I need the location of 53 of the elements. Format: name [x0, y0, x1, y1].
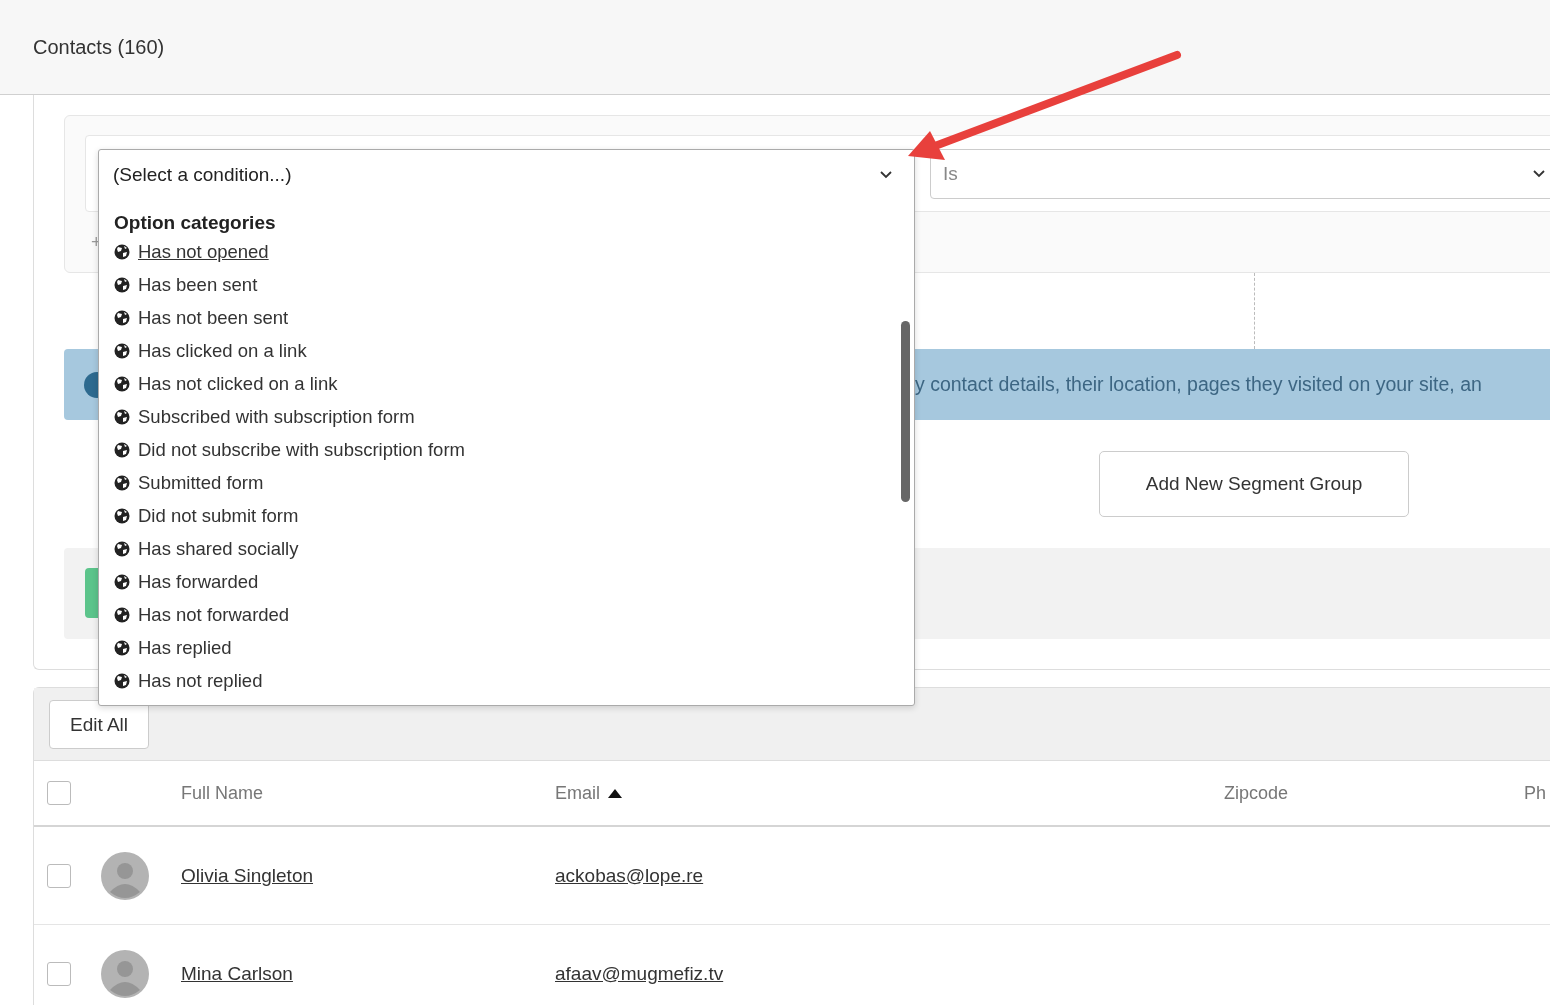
globe-icon — [114, 276, 130, 293]
checkbox[interactable] — [47, 961, 71, 986]
chevron-icon — [880, 171, 892, 179]
select-value: (Select a condition...) — [113, 164, 292, 186]
add-segment-group-button[interactable]: Add New Segment Group — [1099, 451, 1409, 517]
dropdown-option[interactable]: Subscribed with subscription form — [138, 405, 415, 428]
globe-icon — [114, 375, 130, 392]
globe-icon — [114, 441, 130, 458]
edit-all-button[interactable]: Edit All — [49, 700, 149, 749]
contact-email-link[interactable]: ackobas@lope.re — [555, 864, 704, 886]
globe-icon — [114, 474, 130, 491]
globe-icon — [114, 507, 130, 524]
dropdown-option[interactable]: Did not subscribe with subscription form — [138, 438, 465, 461]
globe-icon — [114, 408, 130, 425]
dropdown-option[interactable]: Did not submit form — [138, 504, 299, 527]
checkbox[interactable] — [47, 863, 71, 888]
column-header[interactable]: Email — [555, 782, 600, 804]
dropdown-option[interactable]: Has clicked on a link — [138, 339, 307, 362]
option-group-heading: Option categories — [114, 211, 277, 235]
page-title: Contacts (160) — [33, 35, 165, 59]
globe-icon — [114, 243, 130, 260]
banner-text: y contact details, their location, pages they visited on your site, an — [915, 373, 1482, 396]
globe-icon — [114, 606, 130, 623]
dropdown-option[interactable]: Has replied — [138, 636, 232, 659]
column-header[interactable]: Zipcode — [1224, 782, 1289, 804]
avatar-icon — [101, 851, 149, 900]
dropdown-option[interactable]: Has been sent — [138, 273, 258, 296]
dropdown-option[interactable]: Submitted form — [138, 471, 264, 494]
globe-icon — [114, 540, 130, 557]
dropdown-option[interactable]: Has not clicked on a link — [138, 372, 338, 395]
globe-icon — [114, 573, 130, 590]
globe-icon — [114, 639, 130, 656]
column-header[interactable]: Full Name — [181, 782, 264, 804]
dropdown-option[interactable]: Has not replied — [138, 669, 263, 692]
checkbox[interactable] — [47, 781, 71, 805]
avatar-icon — [101, 949, 149, 998]
operator-select[interactable]: Is — [930, 149, 1550, 199]
chevron-icon — [1533, 170, 1545, 178]
globe-icon — [114, 342, 130, 359]
scrollbar-thumb[interactable] — [901, 321, 910, 502]
dropdown-option[interactable]: Has not opened — [138, 240, 269, 263]
condition-dropdown[interactable] — [98, 149, 915, 706]
contact-name-link[interactable]: Mina Carlson — [181, 962, 293, 984]
contact-name-link[interactable]: Olivia Singleton — [181, 864, 314, 886]
globe-icon — [114, 309, 130, 326]
dropdown-option[interactable]: Has forwarded — [138, 570, 259, 593]
contact-email-link[interactable]: afaav@mugmefiz.tv — [555, 962, 724, 984]
action-button[interactable] — [85, 568, 99, 618]
dropdown-option[interactable]: Has shared socially — [138, 537, 299, 560]
column-header[interactable]: Ph — [1524, 782, 1547, 804]
globe-icon — [114, 672, 130, 689]
dropdown-option[interactable]: Has not been sent — [138, 306, 289, 329]
dropdown-option[interactable]: Has not forwarded — [138, 603, 290, 626]
